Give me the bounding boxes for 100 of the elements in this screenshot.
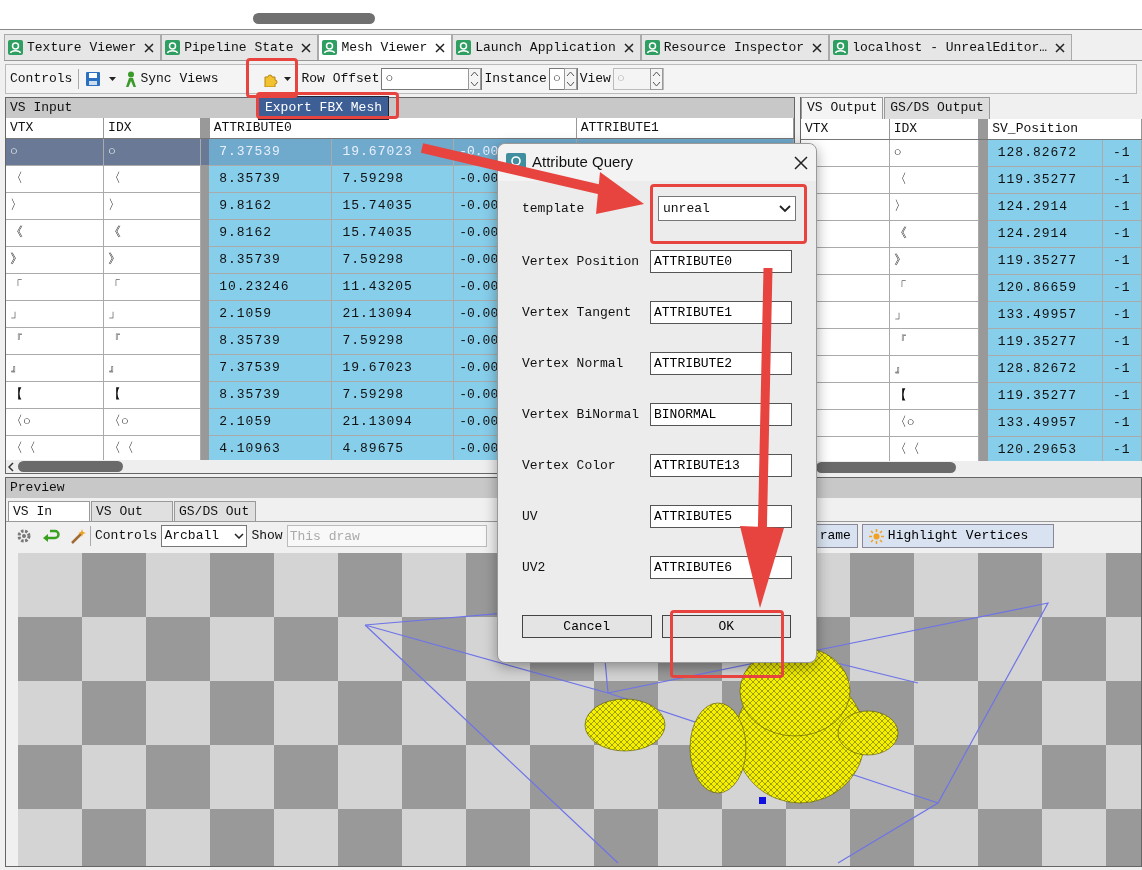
chevron-down-icon[interactable] [234, 533, 245, 539]
table-cell: 10.23246 [209, 273, 332, 300]
settings-icon[interactable] [16, 528, 32, 544]
table-cell: 15.74035 [331, 219, 454, 246]
table-cell: 8.35739 [209, 327, 332, 354]
tab[interactable]: VS Out [91, 501, 173, 521]
tab[interactable]: Launch Application [452, 34, 641, 60]
table-cell: 》 [6, 246, 104, 273]
input-field[interactable]: ATTRIBUTE1 [650, 301, 792, 324]
tab[interactable]: VS Output [801, 97, 884, 119]
input-field[interactable]: BINORMAL [650, 403, 792, 426]
table-cell: 9.8162 [209, 192, 332, 219]
table-cell: 」 [6, 300, 104, 327]
tab[interactable]: VS In [8, 501, 90, 521]
tab[interactable]: Pipeline State [161, 34, 319, 60]
close-icon[interactable] [623, 42, 634, 53]
table-cell: 120.86659 [987, 274, 1103, 301]
axis-marker-icon [759, 797, 766, 804]
table-cell: 124.2914 [987, 220, 1103, 247]
tab[interactable]: Texture Viewer [4, 34, 162, 60]
wand-icon[interactable] [70, 528, 86, 544]
table-cell: 8.35739 [209, 246, 332, 273]
close-icon[interactable] [1055, 42, 1066, 53]
tab[interactable]: GS/DS Output [884, 97, 990, 119]
chevron-down-icon[interactable] [779, 204, 791, 213]
input-field[interactable]: ATTRIBUTE5 [650, 505, 792, 528]
close-icon[interactable] [812, 42, 823, 53]
table-cell: 〈○ [6, 408, 104, 435]
person-icon [322, 40, 338, 55]
field-label: Row Offset [301, 70, 380, 89]
toolbar-label: Show [251, 527, 283, 546]
column-header: VTX [801, 119, 890, 139]
tab[interactable]: Resource Inspector [640, 34, 830, 60]
scrollbar-thumb[interactable] [253, 13, 375, 24]
dialog-button[interactable]: Cancel [522, 615, 652, 638]
table-cell: 『 [889, 328, 979, 355]
template-dropdown[interactable]: unreal [658, 196, 796, 221]
close-icon[interactable] [144, 42, 155, 53]
table-cell: 119.35277 [987, 382, 1103, 409]
person-icon [456, 40, 472, 55]
tab[interactable]: localhost - UnrealEditor… [829, 34, 1073, 60]
floppy-icon[interactable] [85, 71, 102, 87]
table-cell: 7.37539 [209, 138, 332, 165]
table-cell: ○ [6, 138, 104, 165]
table-cell: 《 [103, 219, 201, 246]
chevron-left-icon[interactable] [8, 461, 14, 472]
instance-field[interactable]: ○ [548, 68, 578, 90]
input-field[interactable]: ATTRIBUTE0 [650, 250, 792, 273]
table-cell: 『 [6, 327, 104, 354]
table-cell: 』 [6, 354, 104, 381]
table-cell: 『 [103, 327, 201, 354]
table-cell: 【 [103, 381, 201, 408]
tab-label: Mesh Viewer [341, 38, 428, 57]
column-header: VTX [6, 118, 104, 138]
table-cell: 〈○ [103, 408, 201, 435]
highlight-vertices-button[interactable]: Highlight Vertices [861, 524, 1054, 548]
tab-label: Pipeline State [184, 38, 294, 57]
table-cell: 7.59298 [331, 381, 454, 408]
sync-views-button[interactable]: Sync Views [140, 69, 219, 89]
table-cell: 〈○ [889, 409, 979, 436]
row-offset-field[interactable]: ○ [381, 68, 483, 90]
show-field[interactable]: This draw [286, 525, 487, 547]
dialog-button[interactable]: OK [661, 615, 791, 638]
input-field[interactable]: ATTRIBUTE2 [650, 352, 792, 375]
table-cell: 7.59298 [331, 165, 454, 192]
caret-icon[interactable] [109, 77, 117, 81]
table-cell: 〈 [103, 165, 201, 192]
table-cell: 』 [889, 355, 979, 382]
input-field[interactable]: ATTRIBUTE13 [650, 454, 792, 477]
spinner-icon[interactable] [468, 68, 482, 90]
tab[interactable]: GS/DS Out [174, 501, 256, 521]
field-label: UV2 [522, 559, 546, 575]
table-cell: 〉 [889, 193, 979, 220]
caret-icon[interactable] [284, 77, 292, 81]
table-cell: 「 [103, 273, 201, 300]
table-cell: 15.74035 [331, 192, 454, 219]
table-cell: 7.37539 [209, 354, 332, 381]
table-cell: 4.89675 [331, 435, 454, 460]
close-icon[interactable] [435, 42, 446, 53]
person-icon [8, 40, 23, 55]
undo-icon[interactable] [42, 528, 60, 544]
table-cell: 〈 [889, 166, 979, 193]
table-cell: 「 [889, 274, 979, 301]
table-cell: 4.10963 [209, 435, 332, 460]
close-icon[interactable] [301, 42, 312, 53]
table-cell: 【 [6, 381, 104, 408]
table-cell: 8.35739 [209, 165, 332, 192]
tab[interactable]: Mesh Viewer [318, 34, 453, 60]
table-cell: 21.13094 [331, 408, 454, 435]
scrollbar-thumb[interactable] [18, 461, 123, 472]
controls-dropdown[interactable]: Arcball [161, 525, 248, 547]
table-cell: 133.49957 [987, 301, 1103, 328]
person-icon [833, 40, 849, 55]
table-cell: 》 [103, 246, 201, 273]
field-label: View [579, 70, 611, 89]
table-cell: 」 [103, 300, 201, 327]
close-icon[interactable] [794, 155, 808, 170]
scrollbar-thumb[interactable] [816, 462, 956, 473]
spinner-icon[interactable] [563, 68, 577, 90]
column-header: ATTRIBUTE1 [576, 118, 794, 138]
